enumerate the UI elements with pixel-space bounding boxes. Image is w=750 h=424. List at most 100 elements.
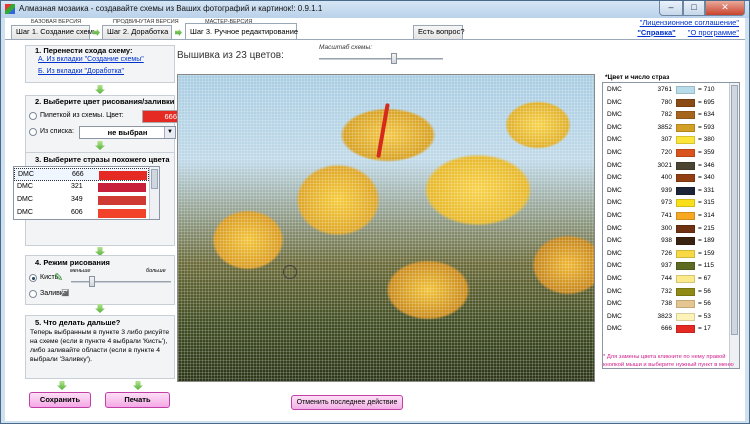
legend-row[interactable]: DMC 3823 = 53: [603, 311, 728, 324]
code: 666: [661, 325, 672, 333]
brush-size-thumb[interactable]: [89, 276, 95, 287]
list-item[interactable]: DMC 349: [14, 194, 149, 207]
legend-row[interactable]: DMC 732 = 56: [603, 286, 728, 299]
legend-row[interactable]: DMC 300 = 215: [603, 223, 728, 236]
list-item[interactable]: DMC 606: [14, 207, 149, 219]
tab-step3[interactable]: Шаг 3. Ручное редактирование: [185, 23, 298, 39]
legend-row[interactable]: DMC 744 = 67: [603, 273, 728, 286]
swatch: [676, 312, 695, 321]
legend-row[interactable]: DMC 307 = 380: [603, 134, 728, 147]
code: 3823: [657, 312, 672, 320]
legend-row[interactable]: DMC 938 = 189: [603, 235, 728, 248]
pipette-label: Пипеткой из схемы. Цвет:: [40, 112, 124, 119]
swatch: [676, 249, 695, 258]
section4-title: 4. Режим рисования: [35, 258, 110, 267]
save-button[interactable]: Сохранить: [29, 392, 91, 408]
legend-row[interactable]: DMC 973 = 315: [603, 197, 728, 210]
mosaic-canvas[interactable]: [177, 74, 595, 382]
count: = 359: [698, 149, 715, 156]
swatch: [676, 237, 695, 246]
legend-row[interactable]: DMC 780 = 695: [603, 97, 728, 110]
legend-row[interactable]: DMC 3852 = 593: [603, 122, 728, 135]
code: 973: [661, 199, 672, 207]
help-link[interactable]: "Справка": [637, 28, 675, 37]
link-from-create[interactable]: А. Из вкладки "Создание схемы": [38, 56, 144, 63]
code: 780: [661, 98, 672, 106]
code: 939: [661, 186, 672, 194]
code: 3761: [657, 86, 672, 93]
count: = 710: [698, 86, 715, 93]
legend-row[interactable]: DMC 720 = 359: [603, 147, 728, 160]
radio-brush[interactable]: [29, 274, 37, 282]
section2-title: 2. Выберите цвет рисования/заливки: [35, 97, 175, 106]
maker: DMC: [607, 199, 622, 207]
bucket-icon: ◪: [61, 287, 70, 297]
legend-row[interactable]: DMC 782 = 634: [603, 109, 728, 122]
count: = 17: [698, 325, 711, 333]
tab-step2[interactable]: Шаг 2. Доработка: [102, 25, 172, 39]
color-legend-list[interactable]: DMC 3761 = 710 DMC 780 = 695 DMC 782 = 634 DMC 385…: [602, 82, 740, 369]
brush-size-track[interactable]: [71, 281, 171, 283]
swatch: [676, 149, 695, 157]
maker: DMC: [607, 136, 622, 144]
legend-row[interactable]: DMC 937 = 115: [603, 260, 728, 273]
legend-row[interactable]: DMC 741 = 314: [603, 210, 728, 223]
legend-row[interactable]: DMC 939 = 331: [603, 185, 728, 198]
legend-row[interactable]: DMC 3761 = 710: [603, 84, 728, 97]
code: 782: [661, 111, 672, 119]
swatch: [676, 300, 695, 309]
brush-icon: ✎: [54, 272, 64, 284]
radio-from-list[interactable]: [29, 128, 37, 136]
maker: DMC: [18, 171, 34, 178]
tab-step1[interactable]: Шаг 1. Создание схемы: [11, 25, 98, 39]
code: 606: [71, 209, 83, 216]
scroll-thumb[interactable]: [731, 85, 738, 335]
count: = 115: [698, 262, 714, 270]
maker: DMC: [17, 209, 33, 216]
tab-question[interactable]: Есть вопрос?: [413, 25, 465, 39]
license-link[interactable]: "Лицензионное соглашение": [637, 18, 739, 27]
main-client: БАЗОВАЯ ВЕРСИЯ ПРОДВИНУТАЯ ВЕРСИЯ МАСТЕР…: [5, 18, 745, 421]
scale-thumb[interactable]: [391, 53, 397, 64]
close-button[interactable]: ✕: [705, 1, 745, 16]
radio-fill[interactable]: [29, 290, 37, 298]
swatch: [676, 325, 695, 334]
scale-track[interactable]: [319, 58, 443, 60]
maker: DMC: [607, 300, 622, 308]
window-controls: – □ ✕: [659, 1, 745, 16]
list-item[interactable]: DMC 666: [14, 168, 149, 181]
canvas-title: Вышивка из 23 цветов:: [177, 50, 284, 61]
legend-row[interactable]: DMC 738 = 56: [603, 298, 728, 311]
count: = 331: [698, 186, 715, 194]
list-item[interactable]: DMC 321: [14, 181, 149, 194]
legend-row[interactable]: DMC 726 = 159: [603, 248, 728, 261]
maximize-button[interactable]: □: [683, 1, 705, 16]
about-link[interactable]: "О программе": [688, 28, 739, 37]
undo-button[interactable]: Отменить последнее действие: [291, 395, 403, 410]
legend-title: *Цвет и число страз: [605, 74, 670, 81]
radio-pipette[interactable]: [29, 112, 37, 120]
code: 741: [661, 212, 672, 219]
color-select[interactable]: не выбран ▼: [79, 126, 176, 139]
link-from-refine[interactable]: Б. Из вкладки "Доработка": [38, 68, 124, 75]
list-scrollbar[interactable]: [149, 167, 159, 219]
app-icon: [5, 4, 15, 14]
arrow-down-icon: [95, 304, 105, 313]
swatch: [676, 111, 695, 120]
code: 3021: [657, 161, 672, 169]
minimize-button[interactable]: –: [659, 1, 683, 16]
scroll-thumb[interactable]: [151, 169, 158, 189]
legend-row[interactable]: DMC 3021 = 346: [603, 160, 728, 173]
count: = 56: [698, 300, 711, 308]
app-window: Алмазная мозаика - создавайте схемы из В…: [0, 0, 750, 424]
legend-row[interactable]: DMC 666 = 17: [603, 323, 728, 336]
code: 938: [661, 237, 672, 245]
maker: DMC: [607, 123, 622, 131]
legend-row[interactable]: DMC 400 = 340: [603, 172, 728, 185]
legend-scrollbar[interactable]: [729, 83, 739, 368]
print-button[interactable]: Печать: [105, 392, 170, 408]
title-bar[interactable]: Алмазная мозаика - создавайте схемы из В…: [1, 1, 749, 18]
swatch: [99, 171, 147, 180]
maker: DMC: [607, 287, 622, 295]
similar-colors-list[interactable]: DMC 666 DMC 321 DMC 349 DMC 606: [13, 166, 160, 220]
